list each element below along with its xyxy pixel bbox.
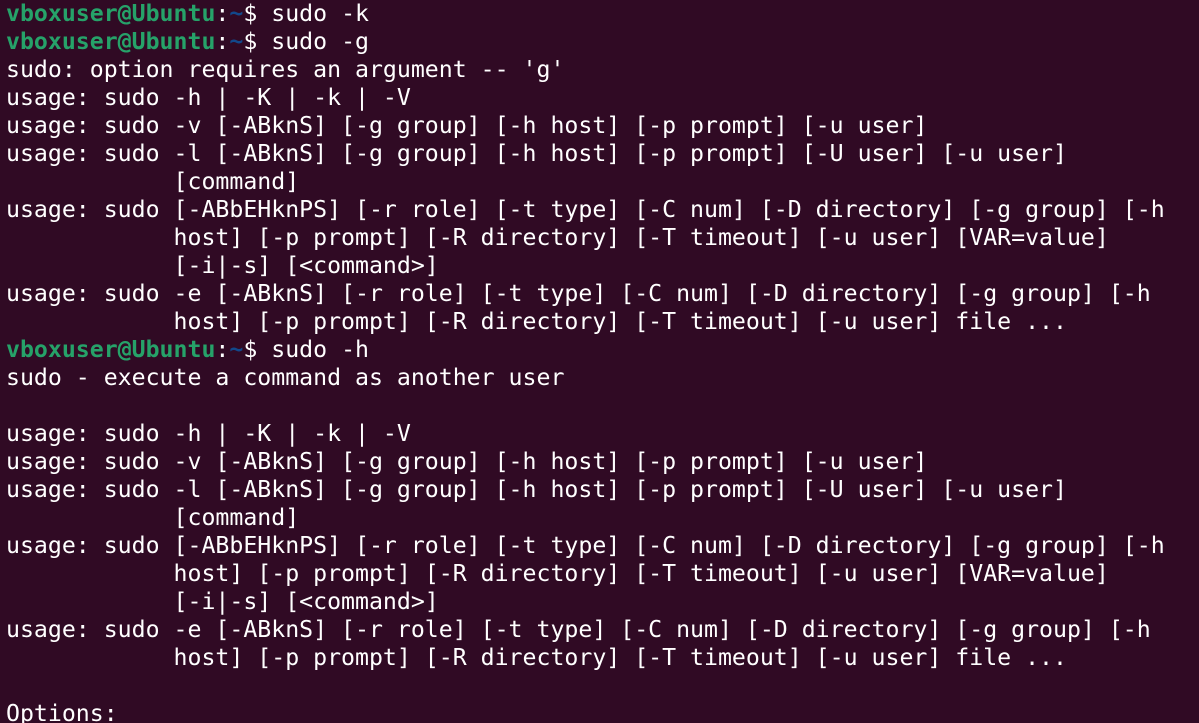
command-text: sudo -h — [271, 336, 369, 363]
prompt-user: vboxuser@Ubuntu — [6, 0, 216, 27]
prompt-path: ~ — [229, 0, 244, 27]
output-line: [command] — [6, 168, 300, 195]
prompt-separator: : — [215, 0, 230, 27]
output-line: usage: sudo -l [-ABknS] [-g group] [-h h… — [6, 140, 1067, 167]
output-line: Options: — [6, 700, 118, 723]
output-line: sudo - execute a command as another user — [6, 364, 565, 391]
output-line: sudo: option requires an argument -- 'g' — [6, 56, 565, 83]
prompt-separator: : — [215, 28, 230, 55]
output-line: [-i|-s] [<command>] — [6, 588, 439, 615]
prompt-symbol: $ — [243, 336, 272, 363]
output-line: usage: sudo -l [-ABknS] [-g group] [-h h… — [6, 476, 1067, 503]
terminal-output[interactable]: vboxuser@Ubuntu:~$ sudo -k vboxuser@Ubunt… — [6, 0, 1165, 723]
output-line: usage: sudo -v [-ABknS] [-g group] [-h h… — [6, 112, 928, 139]
output-line: usage: sudo -h | -K | -k | -V — [6, 84, 411, 111]
prompt-separator: : — [215, 336, 230, 363]
terminal-window[interactable]: vboxuser@Ubuntu:~$ sudo -k vboxuser@Ubunt… — [0, 0, 1199, 723]
output-line: [-i|-s] [<command>] — [6, 252, 439, 279]
command-text: sudo -k — [271, 0, 369, 27]
command-text: sudo -g — [271, 28, 369, 55]
output-line: usage: sudo -e [-ABknS] [-r role] [-t ty… — [6, 280, 1151, 307]
output-line: usage: sudo -v [-ABknS] [-g group] [-h h… — [6, 448, 928, 475]
output-line: host] [-p prompt] [-R directory] [-T tim… — [6, 644, 1067, 671]
output-line: host] [-p prompt] [-R directory] [-T tim… — [6, 308, 1067, 335]
output-line: usage: sudo -e [-ABknS] [-r role] [-t ty… — [6, 616, 1151, 643]
output-line: usage: sudo -h | -K | -k | -V — [6, 420, 411, 447]
prompt-user: vboxuser@Ubuntu — [6, 336, 216, 363]
output-line: [command] — [6, 504, 300, 531]
prompt-symbol: $ — [243, 28, 272, 55]
output-line: host] [-p prompt] [-R directory] [-T tim… — [6, 560, 1109, 587]
prompt-user: vboxuser@Ubuntu — [6, 28, 216, 55]
prompt-line: vboxuser@Ubuntu:~$ sudo -g — [6, 28, 1165, 56]
prompt-line: vboxuser@Ubuntu:~$ sudo -h — [6, 336, 1165, 364]
prompt-symbol: $ — [243, 0, 272, 27]
output-line: host] [-p prompt] [-R directory] [-T tim… — [6, 224, 1109, 251]
output-line: usage: sudo [-ABbEHknPS] [-r role] [-t t… — [6, 532, 1165, 559]
prompt-path: ~ — [229, 336, 244, 363]
prompt-line: vboxuser@Ubuntu:~$ sudo -k — [6, 0, 1165, 28]
prompt-path: ~ — [229, 28, 244, 55]
output-line: usage: sudo [-ABbEHknPS] [-r role] [-t t… — [6, 196, 1165, 223]
